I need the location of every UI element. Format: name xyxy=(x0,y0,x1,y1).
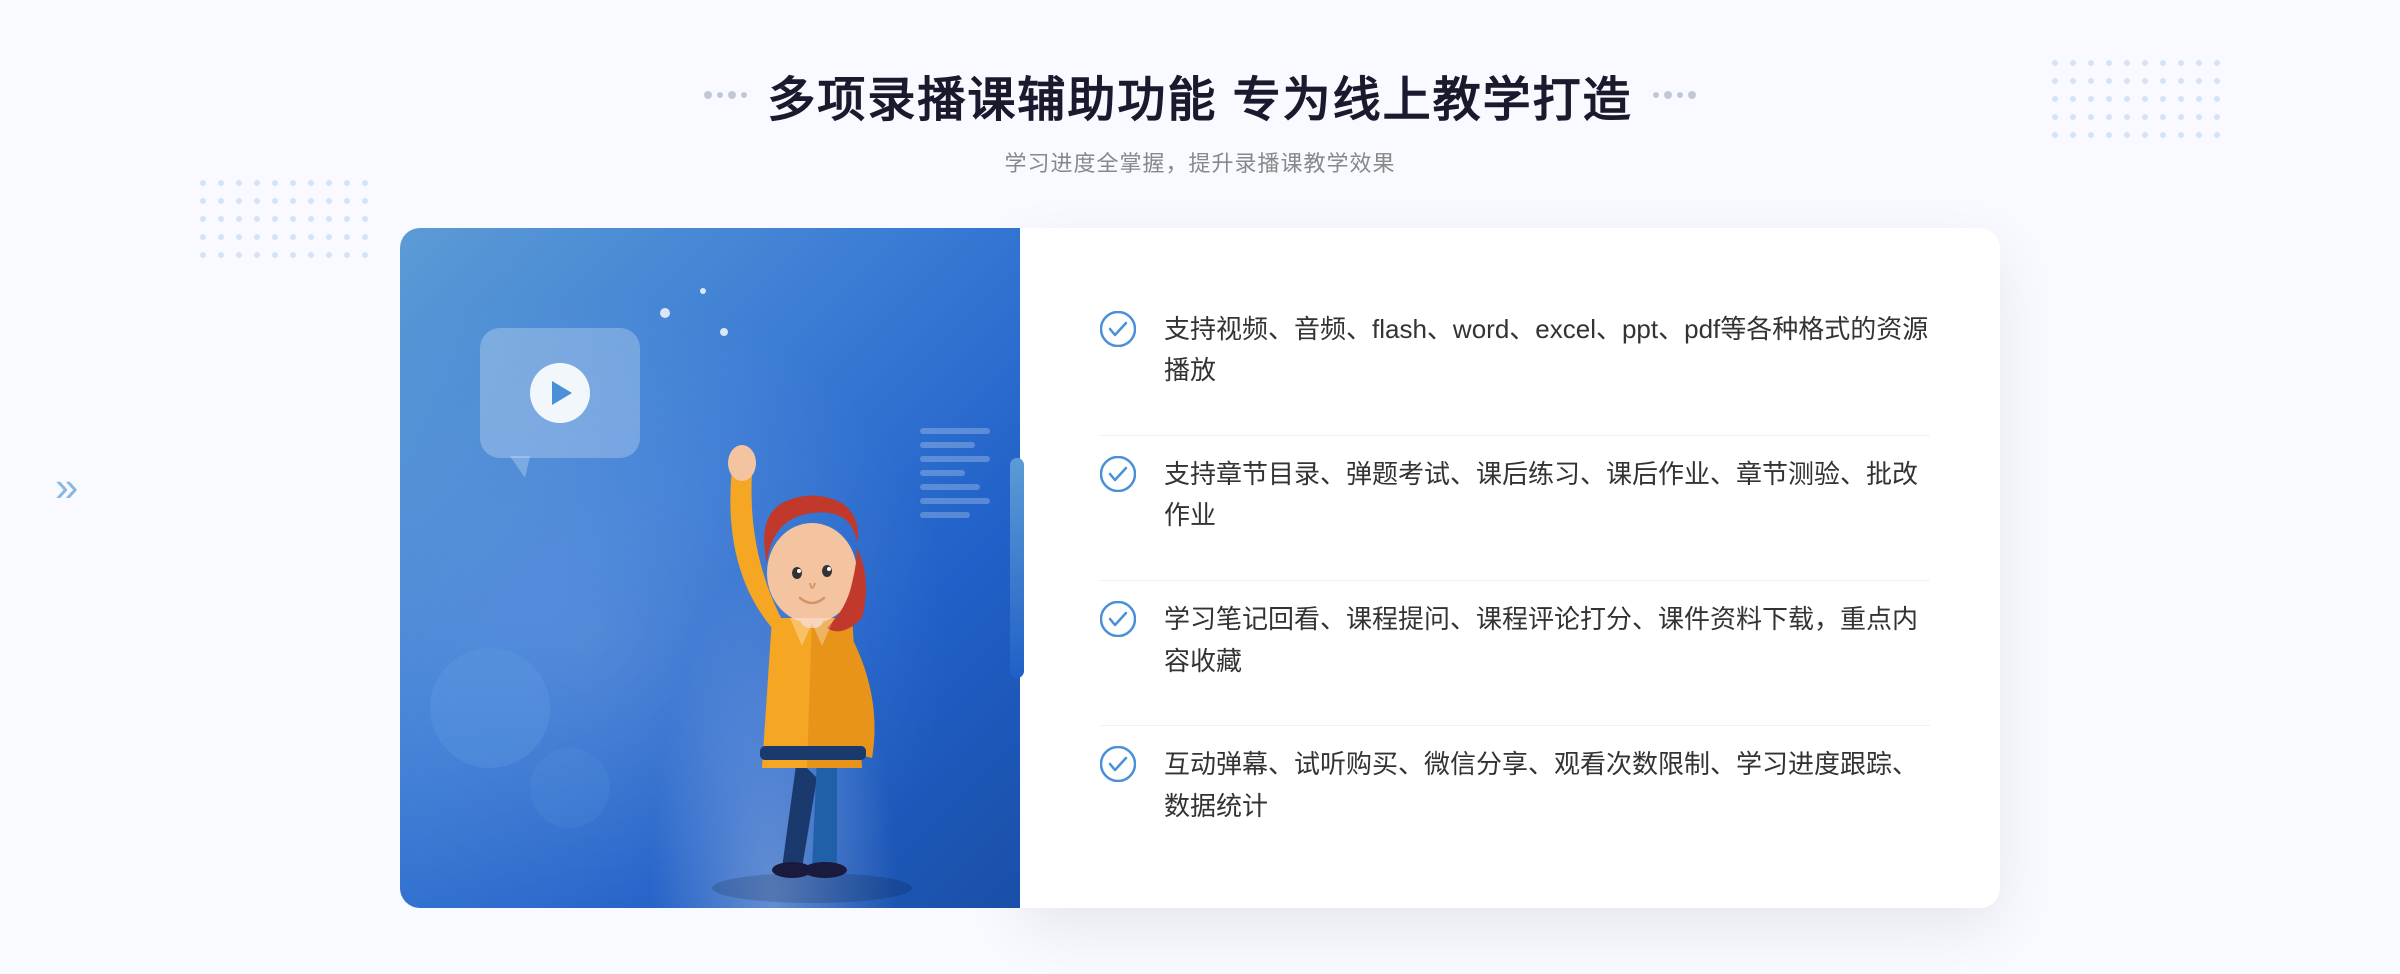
blue-tab-connector xyxy=(1010,458,1024,678)
circle-decor-2 xyxy=(530,748,610,828)
sparkle-2 xyxy=(700,288,706,294)
feature-text-1: 支持视频、音频、flash、word、excel、ppt、pdf等各种格式的资源… xyxy=(1164,309,1930,392)
check-icon-2 xyxy=(1100,456,1136,492)
header-section: 多项录播课辅助功能 专为线上教学打造 学习进度全掌握，提升录播课教学效果 xyxy=(704,60,1695,178)
feature-text-2: 支持章节目录、弹题考试、课后练习、课后作业、章节测验、批改作业 xyxy=(1164,454,1930,537)
title-row: 多项录播课辅助功能 专为线上教学打造 xyxy=(704,60,1695,130)
sparkle-1 xyxy=(660,308,670,318)
circle-decor-1 xyxy=(430,648,550,768)
features-panel: 支持视频、音频、flash、word、excel、ppt、pdf等各种格式的资源… xyxy=(1020,228,2000,908)
sparkle-3 xyxy=(720,328,728,336)
left-arrow-decor: » xyxy=(55,463,78,511)
title-decor-left xyxy=(704,91,747,99)
bg-dots-left-decor xyxy=(200,180,368,258)
play-triangle-icon xyxy=(552,381,572,405)
title-decor-right xyxy=(1653,91,1696,99)
play-bubble xyxy=(480,328,640,458)
check-icon-3 xyxy=(1100,601,1136,637)
person-illustration xyxy=(642,388,982,908)
play-icon-circle xyxy=(530,363,590,423)
feature-item-3: 学习笔记回看、课程提问、课程评论打分、课件资料下载，重点内容收藏 xyxy=(1100,580,1930,700)
feature-item-4: 互动弹幕、试听购买、微信分享、观看次数限制、学习进度跟踪、数据统计 xyxy=(1100,725,1930,845)
check-icon-4 xyxy=(1100,746,1136,782)
feature-text-4: 互动弹幕、试听购买、微信分享、观看次数限制、学习进度跟踪、数据统计 xyxy=(1164,744,1930,827)
feature-item-1: 支持视频、音频、flash、word、excel、ppt、pdf等各种格式的资源… xyxy=(1100,291,1930,410)
page-container: » 多项录播课辅助功能 专为线上教学打造 学习进度全掌握，提升录播课教学效果 xyxy=(0,0,2400,974)
content-area: 支持视频、音频、flash、word、excel、ppt、pdf等各种格式的资源… xyxy=(400,228,2000,908)
check-icon-1 xyxy=(1100,311,1136,347)
main-title: 多项录播课辅助功能 专为线上教学打造 xyxy=(767,60,1632,130)
feature-item-2: 支持章节目录、弹题考试、课后练习、课后作业、章节测验、批改作业 xyxy=(1100,435,1930,555)
feature-text-3: 学习笔记回看、课程提问、课程评论打分、课件资料下载，重点内容收藏 xyxy=(1164,599,1930,682)
illustration-panel xyxy=(400,228,1020,908)
figure-area xyxy=(642,388,982,908)
sub-title: 学习进度全掌握，提升录播课教学效果 xyxy=(704,146,1695,178)
bg-dots-right-decor xyxy=(2052,60,2220,138)
